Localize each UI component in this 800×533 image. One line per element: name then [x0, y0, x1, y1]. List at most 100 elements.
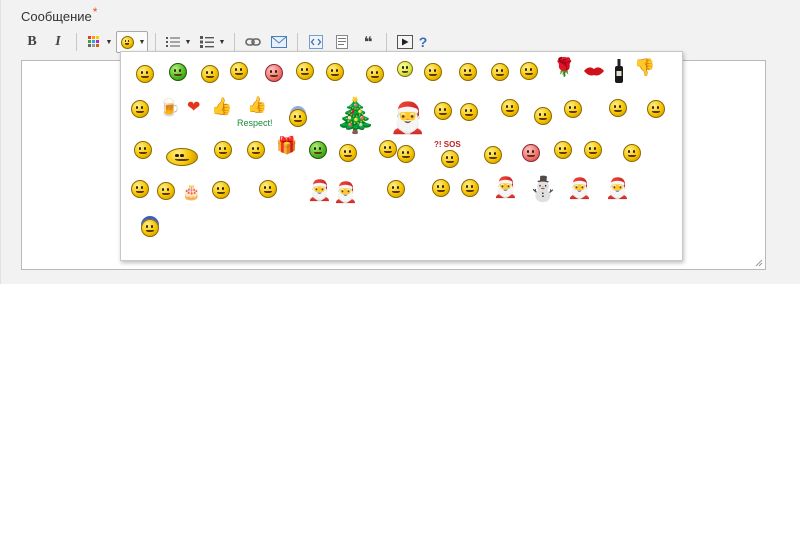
santa-bag-icon[interactable]: 🎅: [307, 180, 332, 202]
bottle-icon[interactable]: [614, 59, 624, 88]
santa-face-icon[interactable]: 🎅: [493, 177, 518, 199]
respect-thumb-icon[interactable]: 👍: [247, 97, 267, 115]
smiley-wink-icon[interactable]: [296, 62, 314, 80]
numbered-list-button[interactable]: ▼: [197, 31, 227, 53]
label-text: Сообщение: [21, 9, 92, 24]
smiley-laughing-icon[interactable]: [166, 148, 198, 166]
smiley-bored-icon[interactable]: [339, 144, 357, 162]
lips-icon[interactable]: [583, 64, 605, 82]
smiley-sos-icon[interactable]: [441, 150, 459, 168]
code-icon: [309, 35, 323, 49]
smiley-small-smile-icon[interactable]: [397, 61, 413, 77]
gift-icon[interactable]: 🎁: [276, 138, 297, 156]
color-button[interactable]: ▼: [84, 31, 114, 53]
smiley-blush-icon[interactable]: [265, 64, 283, 82]
color-grid-icon: [84, 32, 104, 52]
santa-icon[interactable]: 🎅: [389, 104, 426, 134]
email-icon: [271, 36, 287, 48]
smiley-horns-icon[interactable]: [201, 65, 219, 83]
smiley-picker-popup: 🌹 👎 🍺 ❤ 👍 👍 Respect! 🎄 🎅 🎁 ?! SOS 🎂 🎅 🎅 …: [120, 51, 683, 261]
smiley-grin-icon[interactable]: [424, 63, 442, 81]
smiley-unsure-icon[interactable]: [247, 141, 265, 159]
smiley-surprised-icon[interactable]: [366, 65, 384, 83]
snow-maiden-icon[interactable]: [141, 219, 159, 237]
link-icon: [245, 38, 261, 46]
smiley-group-icon[interactable]: [379, 140, 397, 158]
bullet-list-icon: [163, 32, 183, 52]
smiley-crying-icon[interactable]: [609, 99, 627, 117]
smiley-dizzy-icon[interactable]: [584, 141, 602, 159]
help-icon: ?: [418, 34, 428, 50]
heart-icon[interactable]: ❤: [187, 99, 200, 117]
bold-button[interactable]: B: [21, 31, 43, 53]
chevron-down-icon: ▼: [184, 38, 192, 46]
sos-prefix: ?!: [434, 140, 442, 149]
quote-icon: ❝: [363, 32, 373, 51]
smiley-peek-icon[interactable]: [434, 102, 452, 120]
smiley-nerd-icon[interactable]: [460, 103, 478, 121]
text-block-icon: [336, 35, 348, 49]
smiley-crazy-icon[interactable]: [501, 99, 519, 117]
link-button[interactable]: [242, 31, 264, 53]
smiley-dance-icon[interactable]: [259, 180, 277, 198]
video-icon: [397, 35, 413, 49]
smiley-scared-icon[interactable]: [647, 100, 665, 118]
santa-couple-icon[interactable]: 🎅: [333, 182, 358, 204]
smiley-laugh-icon[interactable]: [131, 180, 149, 198]
smiley-grimace-icon[interactable]: [461, 179, 479, 197]
beer-icon[interactable]: 🍺: [159, 100, 180, 118]
chevron-down-icon: ▼: [218, 38, 226, 46]
video-button[interactable]: [394, 31, 416, 53]
bullet-list-button[interactable]: ▼: [163, 31, 193, 53]
required-mark: *: [92, 5, 98, 19]
smiley-happy-icon[interactable]: [520, 62, 538, 80]
smiley-button[interactable]: ▼: [116, 31, 148, 53]
smiley-shocked-icon[interactable]: [131, 100, 149, 118]
santa-staff-icon[interactable]: 🎅: [567, 178, 592, 200]
smiley-sad-icon[interactable]: [564, 100, 582, 118]
smiley-panic-icon[interactable]: [623, 144, 641, 162]
smiley-whistle-icon[interactable]: [484, 146, 502, 164]
snowman-icon[interactable]: ⛄: [528, 177, 558, 202]
smiley-tongue-icon[interactable]: [459, 63, 477, 81]
numbered-list-icon: [197, 32, 217, 52]
smiley-angel-icon[interactable]: [289, 109, 307, 127]
text-block-button[interactable]: [331, 31, 353, 53]
cake-icon[interactable]: 🎂: [182, 184, 201, 202]
smiley-sunglasses-icon[interactable]: [169, 63, 187, 81]
smiley-scream-icon[interactable]: [230, 62, 248, 80]
smiley-cheerful-icon[interactable]: [491, 63, 509, 81]
thumbs-down-icon[interactable]: 👎: [634, 60, 655, 78]
bold-icon: B: [27, 34, 37, 49]
smiley-sick-icon[interactable]: [309, 141, 327, 159]
smiley-love-icon[interactable]: [522, 144, 540, 162]
smiley-teeth-icon[interactable]: [432, 179, 450, 197]
smiley-squint-icon[interactable]: [136, 65, 154, 83]
christmas-tree-icon[interactable]: 🎄: [334, 99, 376, 133]
smiley-chef-icon[interactable]: [157, 182, 175, 200]
rose-icon[interactable]: 🌹: [553, 59, 575, 78]
sos-text: SOS: [443, 140, 461, 149]
smiley-neutral-icon[interactable]: [554, 141, 572, 159]
smiley-smile-icon[interactable]: [326, 63, 344, 81]
code-button[interactable]: [305, 31, 327, 53]
smiley-eating-icon[interactable]: [212, 181, 230, 199]
sos-label: ?! SOS: [434, 140, 461, 149]
smiley-confused-icon[interactable]: [214, 141, 232, 159]
smiley-icon: [117, 32, 137, 52]
message-field-label: Сообщение*: [21, 5, 97, 24]
email-button[interactable]: [268, 31, 290, 53]
smiley-blink-icon[interactable]: [534, 107, 552, 125]
toolbar-separator: [155, 33, 156, 51]
quote-button[interactable]: ❝: [357, 31, 379, 53]
santa-pair-icon[interactable]: 🎅: [605, 178, 630, 200]
smiley-yay-icon[interactable]: [387, 180, 405, 198]
smiley-group-2-icon[interactable]: [397, 145, 415, 163]
italic-button[interactable]: I: [47, 31, 69, 53]
smiley-rolling-eyes-icon[interactable]: [134, 141, 152, 159]
thumbs-up-icon[interactable]: 👍: [211, 99, 232, 117]
help-button[interactable]: ?: [416, 31, 430, 53]
resize-handle-icon[interactable]: [755, 259, 763, 267]
toolbar-separator: [297, 33, 298, 51]
italic-icon: I: [55, 34, 61, 49]
